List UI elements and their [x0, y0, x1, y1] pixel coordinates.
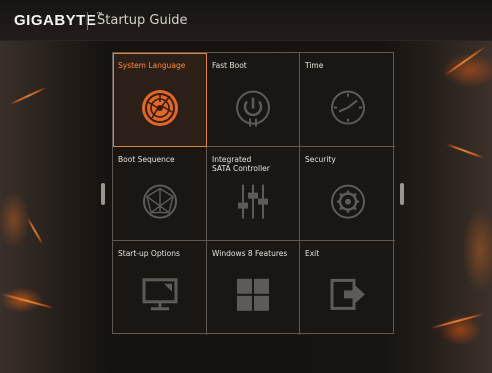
tile-label: Boot Sequence	[118, 155, 175, 164]
page-title: Startup Guide	[97, 13, 188, 28]
tile-startup-options[interactable]: Start-up Options	[113, 241, 207, 335]
network-icon	[142, 184, 177, 219]
windows-icon	[237, 278, 269, 311]
tile-label: Windows 8 Features	[212, 249, 288, 258]
tile-boot-sequence[interactable]: Boot Sequence	[113, 147, 207, 241]
tile-time[interactable]: Time	[300, 53, 395, 147]
tile-fast-boot[interactable]: Fast Boot	[207, 53, 300, 147]
tile-label: Fast Boot	[212, 61, 247, 70]
scroll-right-handle[interactable]	[400, 183, 404, 205]
startup-guide-grid: System Language Fast Boot Time Boot Sequ…	[112, 52, 395, 335]
globe-icon	[141, 89, 178, 126]
tile-label: Exit	[305, 249, 320, 258]
sliders-icon	[238, 184, 268, 219]
clock-icon	[330, 90, 365, 125]
tile-exit[interactable]: Exit	[300, 241, 395, 335]
gigabyte-logo: GIGABYTE™	[14, 12, 103, 29]
header-divider	[87, 12, 88, 30]
power-dial-icon	[236, 90, 270, 127]
tile-label: Security	[305, 155, 336, 164]
monitor-icon	[142, 278, 177, 311]
tile-sata-controller[interactable]: Integrated SATA Controller	[207, 147, 300, 241]
tile-system-language[interactable]: System Language	[113, 53, 207, 147]
tile-label: Start-up Options	[118, 249, 180, 258]
exit-icon	[330, 278, 365, 310]
tile-security[interactable]: Security	[300, 147, 395, 241]
tile-label: Time	[305, 61, 324, 70]
tile-label: Integrated SATA Controller	[212, 155, 270, 173]
gear-icon	[330, 184, 365, 219]
tile-windows-8-features[interactable]: Windows 8 Features	[207, 241, 300, 335]
scroll-left-handle[interactable]	[101, 183, 105, 205]
header-bar: GIGABYTE™ Startup Guide	[0, 0, 492, 41]
tile-label: System Language	[118, 61, 186, 70]
